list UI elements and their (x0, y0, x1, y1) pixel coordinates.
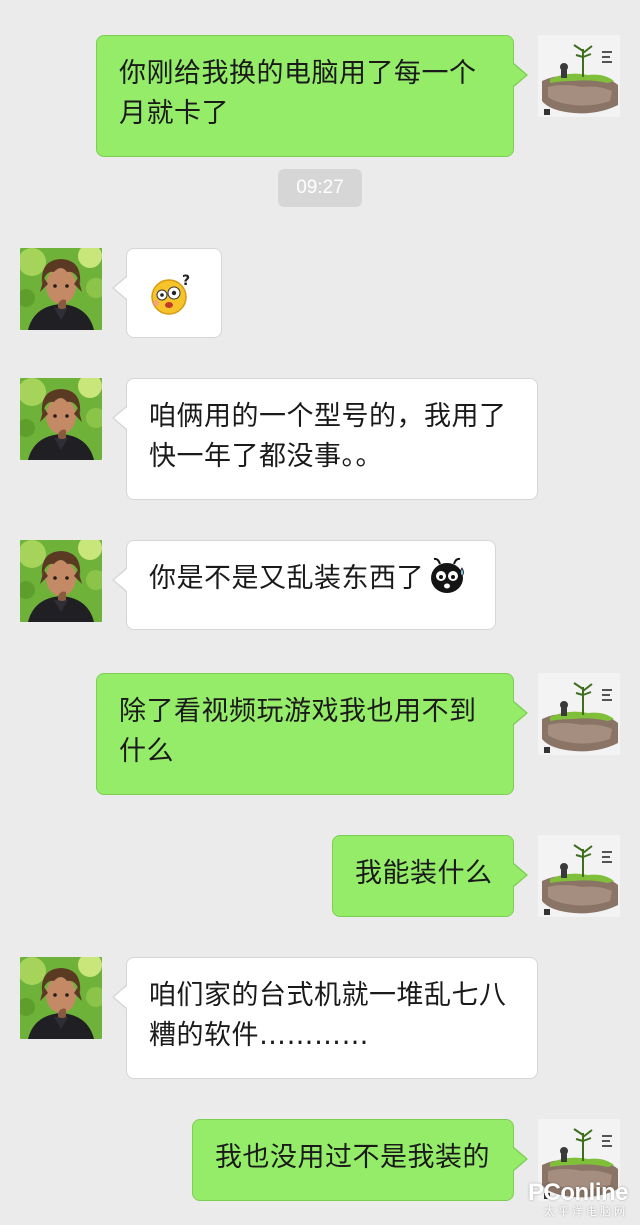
message-bubble[interactable]: 咱们家的台式机就一堆乱七八糟的软件………… (112, 957, 538, 1079)
message-bubble[interactable]: 我能装什么 (332, 835, 528, 917)
message-bubble[interactable]: 除了看视频玩游戏我也用不到什么 (96, 673, 528, 795)
message-text: 你刚给我换的电脑用了每一个月就卡了 (119, 58, 477, 129)
message-bubble[interactable]: 你是不是又乱装东西了 (112, 540, 496, 630)
message-text: 你是不是又乱装东西了 (149, 563, 424, 594)
sweating-bug-emoji-icon (428, 556, 468, 596)
message-text: 除了看视频玩游戏我也用不到什么 (119, 696, 477, 767)
message-bubble[interactable]: 我也没用过不是我装的 (192, 1119, 528, 1201)
my-avatar[interactable] (538, 673, 620, 755)
message-bubble[interactable]: 你刚给我换的电脑用了每一个月就卡了 (96, 35, 528, 157)
contact-avatar[interactable] (20, 378, 102, 460)
message-bubble[interactable]: 咱俩用的一个型号的，我用了快一年了都没事。。 (112, 378, 538, 500)
message-timestamp: 09:27 (278, 169, 362, 207)
message-bubble[interactable]: ? (112, 248, 222, 338)
my-avatar[interactable] (538, 35, 620, 117)
message-text: 我也没用过不是我装的 (215, 1142, 490, 1173)
message-text: 咱们家的台式机就一堆乱七八糟的软件………… (149, 980, 507, 1051)
message-text: 我能装什么 (355, 858, 493, 889)
my-avatar[interactable] (538, 835, 620, 917)
svg-text:?: ? (182, 273, 191, 289)
contact-avatar[interactable] (20, 248, 102, 330)
pconline-watermark: PConline 太平洋电脑网 (528, 1179, 629, 1219)
contact-avatar[interactable] (20, 540, 102, 622)
message-text: 咱俩用的一个型号的，我用了快一年了都没事。。 (149, 401, 507, 472)
contact-avatar[interactable] (20, 957, 102, 1039)
confused-face-emoji-icon: ? (149, 273, 195, 315)
